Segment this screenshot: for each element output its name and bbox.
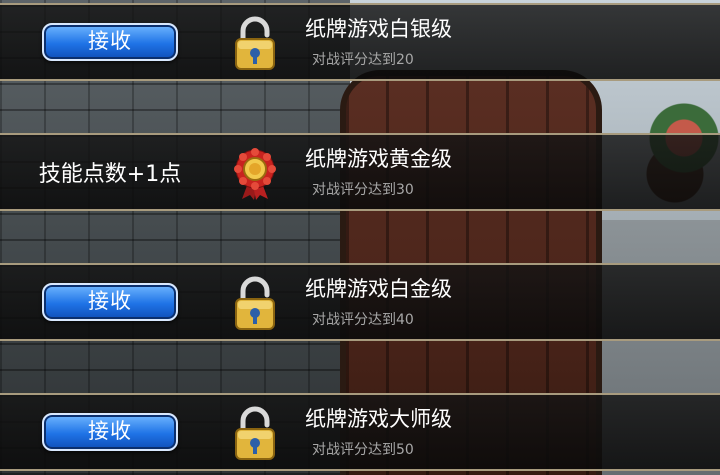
achievement-row: 接收 纸牌游戏大师级 对战评分达到50 bbox=[0, 393, 720, 471]
reward-slot: 接收 bbox=[0, 265, 220, 339]
achievement-desc: 对战评分达到40 bbox=[312, 312, 414, 328]
reward-slot: 接收 bbox=[0, 5, 220, 79]
achievement-desc: 对战评分达到20 bbox=[312, 52, 414, 68]
achievement-title: 纸牌游戏黄金级 bbox=[305, 147, 452, 171]
reward-slot: 技能点数+1点 bbox=[0, 135, 220, 209]
achievement-row: 技能点数+1点 纸牌游戏黄金级 对战评分达到30 bbox=[0, 133, 720, 211]
achievement-title: 纸牌游戏白金级 bbox=[305, 277, 452, 301]
lock-icon bbox=[232, 275, 278, 331]
receive-button[interactable]: 接收 bbox=[42, 283, 178, 321]
medal-icon bbox=[232, 145, 278, 201]
achievement-desc: 对战评分达到50 bbox=[312, 442, 414, 458]
lock-icon bbox=[232, 405, 278, 461]
reward-slot: 接收 bbox=[0, 395, 220, 469]
receive-button[interactable]: 接收 bbox=[42, 23, 178, 61]
achievement-row: 接收 纸牌游戏白银级 对战评分达到20 bbox=[0, 3, 720, 81]
reward-text: 技能点数+1点 bbox=[38, 162, 182, 187]
lock-icon bbox=[232, 15, 278, 71]
achievement-row: 接收 纸牌游戏白金级 对战评分达到40 bbox=[0, 263, 720, 341]
achievement-desc: 对战评分达到30 bbox=[312, 182, 414, 198]
receive-button[interactable]: 接收 bbox=[42, 413, 178, 451]
achievement-title: 纸牌游戏白银级 bbox=[305, 17, 452, 41]
achievement-title: 纸牌游戏大师级 bbox=[305, 407, 452, 431]
